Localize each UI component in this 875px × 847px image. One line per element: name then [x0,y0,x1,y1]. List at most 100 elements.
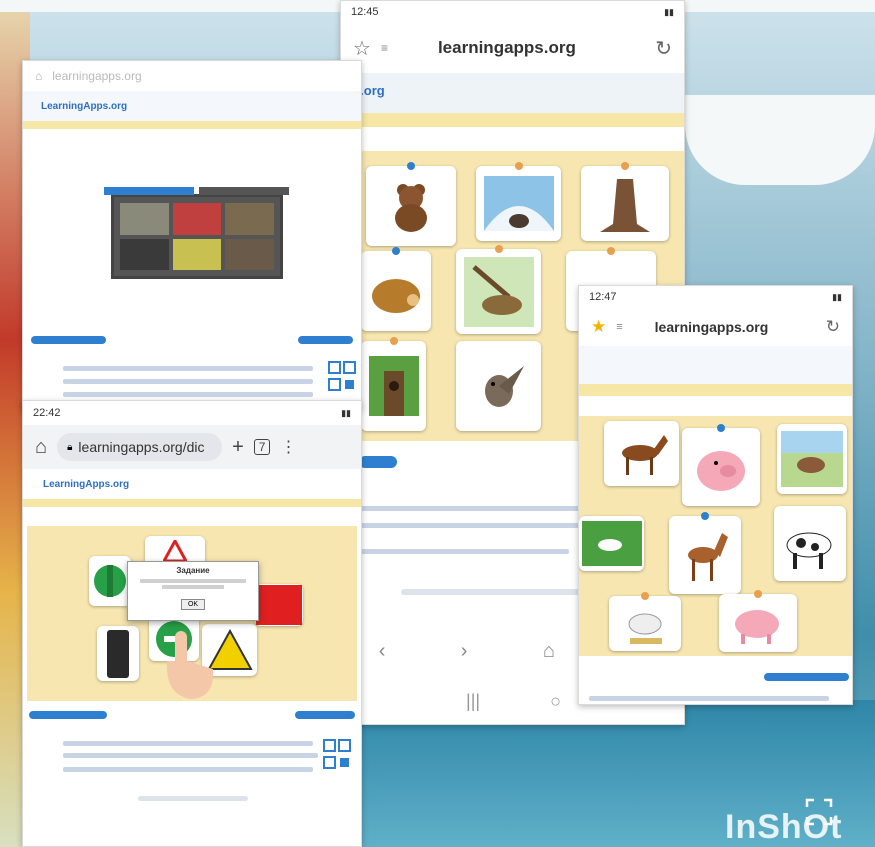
card-tree-stump[interactable] [581,162,669,241]
menu-icon[interactable]: ⋮ [280,437,296,457]
reload-icon[interactable]: ↻ [655,36,672,61]
primary-button[interactable] [29,711,107,719]
link-field-2 [63,379,313,384]
home-icon[interactable]: ⌂ [35,69,42,83]
new-tab-icon[interactable]: + [232,436,244,459]
home-icon[interactable]: ⌂ [35,436,47,459]
check-button[interactable] [764,673,849,681]
widget-tab-blue[interactable] [104,187,194,195]
card-cow[interactable] [774,506,846,581]
site-header: LearningApps.org [23,91,361,121]
link-field-1 [589,696,829,701]
status-time: 12:47 [589,291,617,303]
horse-icon [621,434,668,475]
dark-sign-icon [107,629,129,678]
star-icon[interactable]: ☆ [353,36,371,61]
site-header: LearningApps.org [23,469,361,499]
back-icon[interactable]: ‹ [379,640,386,663]
link-field-3 [63,767,313,772]
status-bar: 12:47 ▮▮ [579,286,852,308]
browser-url-bar[interactable]: ☆ ≡ learningapps.org ↻ [341,23,684,73]
dialog-body-placeholder [140,579,246,583]
check-button[interactable] [359,456,397,468]
qr-code-icon [323,739,351,769]
cow-icon [786,532,832,569]
card-dark-sign[interactable] [97,626,139,681]
status-icons: ▮▮ [341,407,351,418]
footer-links [138,796,248,801]
card-nest[interactable] [456,245,541,334]
card-bear[interactable] [366,162,456,246]
inshot-watermark: InShOt [725,808,843,846]
reload-icon[interactable]: ↻ [826,317,840,337]
forward-icon[interactable]: › [461,640,468,663]
site-header: ps.org [341,73,684,113]
card-lamb[interactable] [609,592,681,651]
card-farm-scene[interactable] [777,424,847,494]
status-bar: 12:45 ▮▮ [341,1,684,23]
android-home-icon[interactable]: ○ [550,691,561,712]
site-settings-icon[interactable]: ≡ [616,321,622,333]
site-logo[interactable]: LearningApps.org [41,101,127,112]
tab-count-icon[interactable]: 7 [253,439,271,455]
lock-icon: 🔒︎ [67,441,73,453]
dialog-title: Задание [176,566,210,575]
card-pig[interactable] [682,424,760,506]
favorite-star-icon[interactable]: ★ [591,317,606,337]
url-text[interactable]: learningapps.org/diс [78,439,204,455]
url-pill[interactable]: 🔒︎ learningapps.org/diс [57,433,223,461]
lamb-icon [628,613,662,644]
primary-button[interactable] [31,336,106,344]
secondary-button[interactable] [298,336,353,344]
browser-url-bar[interactable]: ⌂ 🔒︎ learningapps.org/diс + 7 ⋮ [23,425,361,469]
toolbar-strip [23,121,361,129]
url-text[interactable]: learningapps.org [52,69,141,83]
card-red-rectangle[interactable] [255,584,303,626]
bird-icon [484,366,524,407]
card-foal[interactable] [669,512,741,594]
card-horse[interactable] [604,421,679,486]
browser-url-bar[interactable]: ⌂ learningapps.org [23,61,361,91]
piglet-icon [735,610,779,644]
url-text[interactable]: learningapps.org [655,319,769,335]
home-icon[interactable]: ⌂ [543,640,555,663]
puzzle-grid[interactable] [114,197,280,276]
card-tree-hollow[interactable] [361,337,426,431]
status-bar: 22:42 ▮▮ [23,401,361,425]
hedgehog-icon [371,279,420,313]
pointing-hand-icon [166,631,214,699]
url-text[interactable]: learningapps.org [438,38,576,58]
status-time: 22:42 [33,407,61,419]
recent-apps-icon[interactable]: ||| [466,691,480,712]
card-goat-field[interactable] [579,516,644,571]
link-field-1 [63,741,313,746]
tree-stump-icon [600,178,650,232]
link-field-1 [359,506,579,511]
secondary-button[interactable] [295,711,355,719]
card-hedgehog[interactable] [361,247,431,331]
toolbar-strip [579,384,852,396]
dialog-body-placeholder-2 [162,585,224,589]
dialog-ok-button[interactable]: OK [180,599,206,610]
phone-left-bottom-screenshot: 22:42 ▮▮ ⌂ 🔒︎ learningapps.org/diс + 7 ⋮… [22,400,362,847]
task-dialog: Задание OK [127,561,259,621]
browser-url-bar[interactable]: ★ ≡ learningapps.org ↻ [579,308,852,346]
card-snow-den[interactable] [476,162,561,241]
toolbar-strip [23,499,361,507]
bear-icon [395,184,427,232]
card-bird[interactable] [456,341,541,431]
warning-triangle-icon [163,540,187,562]
site-logo[interactable]: LearningApps.org [43,479,129,490]
link-field-3 [359,549,569,554]
widget-tab-grey[interactable] [199,187,289,195]
red-sign-icon [256,585,302,625]
pig-icon [697,451,745,491]
card-green-circle[interactable] [89,556,131,606]
bird-nest-icon [463,256,534,327]
card-piglet[interactable] [719,590,797,652]
road-signs-game-area: Задание OK [27,526,357,701]
site-settings-icon[interactable]: ≡ [381,41,388,55]
cow-field-icon [781,431,843,487]
status-icons: ▮▮ [832,291,842,302]
tree-hollow-icon [368,356,419,416]
